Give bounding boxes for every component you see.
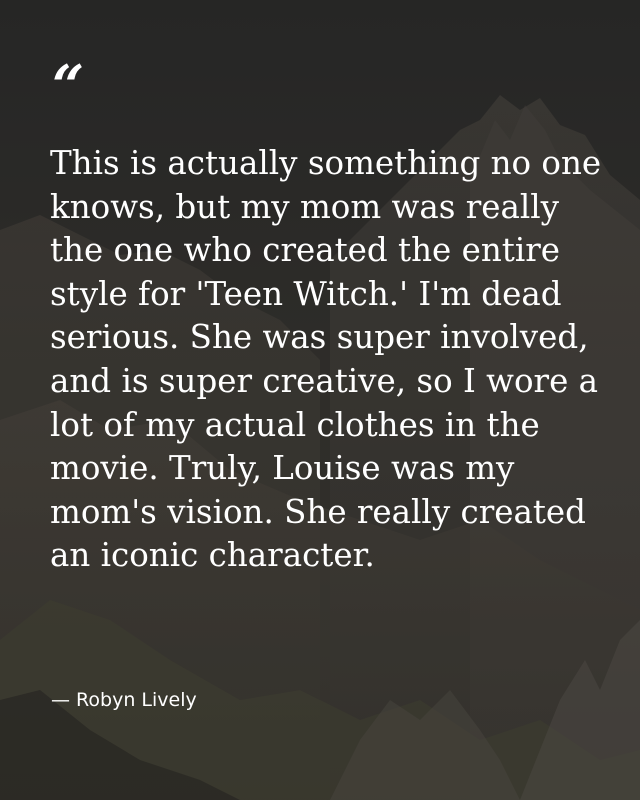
quote-author: — Robyn Lively: [51, 689, 197, 711]
quote-card: “ This is actually something no one know…: [0, 0, 640, 800]
quote-text: This is actually something no one knows,…: [50, 144, 602, 575]
quote-mark-icon: “: [52, 53, 84, 119]
